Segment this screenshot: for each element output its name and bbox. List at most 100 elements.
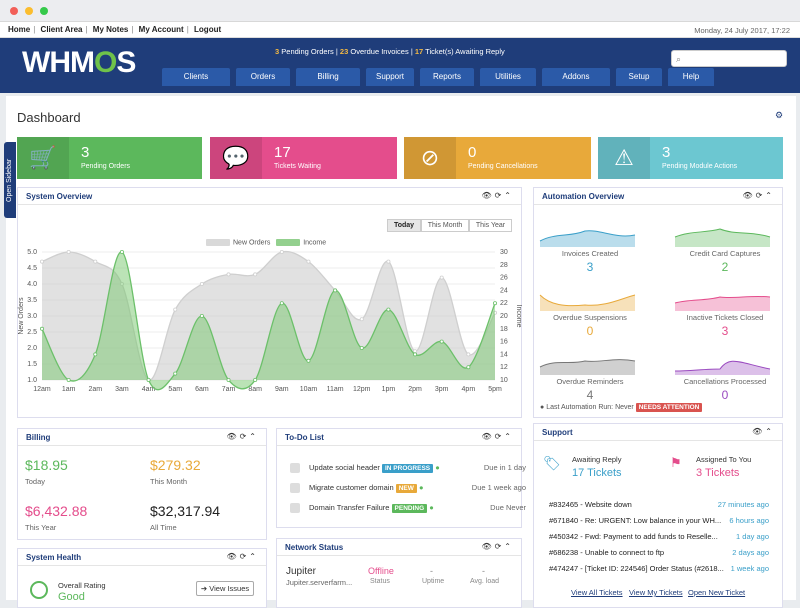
current-date: Monday, 24 July 2017, 17:22 bbox=[694, 26, 790, 35]
nav-utilities[interactable]: Utilities bbox=[480, 68, 536, 86]
y-tick-label: 3.5 bbox=[27, 297, 37, 304]
open-new-ticket-link[interactable]: Open New Ticket bbox=[688, 588, 745, 597]
panel-controls[interactable]: 👁⟳⌃ bbox=[481, 432, 514, 441]
data-point bbox=[279, 250, 284, 255]
todo-due: Due in 1 day bbox=[483, 463, 526, 472]
nav-orders[interactable]: Orders bbox=[236, 68, 290, 86]
overdue-invoices-count[interactable]: 23 bbox=[340, 47, 348, 56]
panel-controls[interactable]: 👁⟳⌃ bbox=[226, 552, 259, 561]
y2-tick-label: 16 bbox=[500, 339, 508, 346]
pending-orders-link[interactable]: Pending Orders bbox=[281, 47, 334, 56]
pending-orders-count[interactable]: 3 bbox=[275, 47, 279, 56]
nav-addons[interactable]: Addons bbox=[542, 68, 610, 86]
data-point bbox=[199, 314, 204, 319]
ticket-subject[interactable]: #686238 - Unable to connect to ftp bbox=[549, 548, 664, 557]
todo-checkbox[interactable] bbox=[290, 483, 300, 493]
minimize-window-button[interactable] bbox=[25, 7, 33, 15]
todo-text[interactable]: Update social header bbox=[309, 463, 380, 472]
y2-tick-label: 18 bbox=[500, 326, 508, 333]
main-header: WHMOS 3 Pending Orders | 23 Overdue Invo… bbox=[0, 38, 800, 93]
panel-title: Network Status bbox=[285, 543, 344, 552]
panel-controls[interactable]: 👁⟳⌃ bbox=[226, 432, 259, 441]
stat-tile[interactable]: ⚠ 3 Pending Module Actions bbox=[598, 137, 783, 179]
panel-controls[interactable]: 👁⌃ bbox=[752, 427, 775, 436]
overdue-invoices-link[interactable]: Overdue Invoices bbox=[350, 47, 408, 56]
my-notes-link[interactable]: My Notes bbox=[93, 25, 129, 34]
stat-tile[interactable]: 💬 17 Tickets Waiting bbox=[210, 137, 397, 179]
ticket-row[interactable]: #686238 - Unable to connect to ftp 2 days… bbox=[549, 548, 769, 557]
ticket-subject[interactable]: #450342 - Fwd: Payment to add funds to R… bbox=[549, 532, 718, 541]
nav-setup[interactable]: Setup bbox=[616, 68, 662, 86]
stat-tile[interactable]: 🛒 3 Pending Orders bbox=[17, 137, 202, 179]
search-input[interactable]: ⌕ bbox=[671, 50, 787, 67]
view-all-tickets-link[interactable]: View All Tickets bbox=[571, 588, 623, 597]
panel-controls[interactable]: 👁⟳⌃ bbox=[481, 542, 514, 551]
ticket-row[interactable]: #450342 - Fwd: Payment to add funds to R… bbox=[549, 532, 769, 541]
data-point bbox=[226, 377, 231, 382]
tickets-awaiting-count[interactable]: 17 bbox=[415, 47, 423, 56]
maximize-window-button[interactable] bbox=[40, 7, 48, 15]
ticket-row[interactable]: #474247 - [Ticket ID: 224546] Order Stat… bbox=[549, 564, 769, 573]
cart-icon: 🛒 bbox=[17, 137, 69, 179]
my-account-link[interactable]: My Account bbox=[139, 25, 184, 34]
data-point bbox=[413, 349, 418, 354]
user-icon: ● bbox=[429, 503, 434, 512]
todo-checkbox[interactable] bbox=[290, 463, 300, 473]
home-link[interactable]: Home bbox=[8, 25, 30, 34]
ticket-row[interactable]: #671840 - Re: URGENT: Low balance in you… bbox=[549, 516, 769, 525]
ticket-subject[interactable]: #671840 - Re: URGENT: Low balance in you… bbox=[549, 516, 721, 525]
todo-text[interactable]: Domain Transfer Failure bbox=[309, 503, 389, 512]
sparkline bbox=[674, 228, 771, 247]
x-tick-label: 1pm bbox=[382, 386, 396, 393]
y-tick-label: 2.0 bbox=[27, 345, 37, 352]
todo-checkbox[interactable] bbox=[290, 503, 300, 513]
tickets-awaiting-link[interactable]: Ticket(s) Awaiting Reply bbox=[425, 47, 505, 56]
sparkline bbox=[674, 295, 771, 311]
y2-tick-label: 26 bbox=[500, 275, 508, 282]
open-sidebar-tab[interactable]: Open Sidebar bbox=[4, 142, 16, 218]
view-my-tickets-link[interactable]: View My Tickets bbox=[629, 588, 683, 597]
system-overview-chart: 1.0 1.5 2.0 2.5 3.0 3.5 4.0 4.5 5.0 10 12 14 16 18 20 2… bbox=[18, 249, 522, 393]
gear-icon[interactable]: ⚙ bbox=[775, 110, 783, 121]
automation-label: Overdue Suspensions bbox=[553, 313, 627, 322]
x-tick-label: 12pm bbox=[353, 386, 371, 393]
client-area-link[interactable]: Client Area bbox=[41, 25, 83, 34]
y-tick-label: 4.0 bbox=[27, 281, 37, 288]
server-name: Jupiter bbox=[286, 566, 317, 577]
nav-support[interactable]: Support bbox=[366, 68, 414, 86]
ticket-subject[interactable]: #474247 - [Ticket ID: 224546] Order Stat… bbox=[549, 564, 724, 573]
automation-label: Overdue Reminders bbox=[556, 377, 624, 386]
billing-year-value: $6,432.88 bbox=[25, 503, 88, 519]
ticket-subject[interactable]: #832465 - Website down bbox=[549, 500, 632, 509]
needs-attention-badge[interactable]: NEEDS ATTENTION bbox=[635, 403, 703, 412]
nav-billing[interactable]: Billing bbox=[296, 68, 360, 86]
automation-cell: Invoices Created 3 bbox=[535, 225, 645, 274]
nav-reports[interactable]: Reports bbox=[420, 68, 474, 86]
user-icon: ● bbox=[435, 463, 440, 472]
ticket-row[interactable]: #832465 - Website down 27 minutes ago bbox=[549, 500, 769, 509]
x-tick-label: 5am bbox=[168, 386, 182, 393]
stat-tile[interactable]: ⊘ 0 Pending Cancellations bbox=[404, 137, 591, 179]
assigned-value[interactable]: 3 Tickets bbox=[696, 467, 739, 479]
awaiting-reply-value[interactable]: 17 Tickets bbox=[572, 467, 622, 479]
nav-clients[interactable]: Clients bbox=[162, 68, 230, 86]
tab-today[interactable]: Today bbox=[387, 219, 421, 232]
logout-link[interactable]: Logout bbox=[194, 25, 221, 34]
close-window-button[interactable] bbox=[10, 7, 18, 15]
view-issues-button[interactable]: ➔ View Issues bbox=[196, 581, 254, 596]
tab-this-month[interactable]: This Month bbox=[421, 219, 469, 232]
ticket-age: 27 minutes ago bbox=[717, 500, 769, 509]
automation-cell: Overdue Suspensions 0 bbox=[535, 289, 645, 338]
whmcs-logo[interactable]: WHMOS bbox=[22, 46, 136, 80]
panel-controls[interactable]: 👁⟳⌃ bbox=[742, 191, 775, 200]
todo-text[interactable]: Migrate customer domain bbox=[309, 483, 394, 492]
nav-help[interactable]: Help bbox=[668, 68, 714, 86]
x-tick-label: 11am bbox=[327, 386, 344, 393]
data-point bbox=[119, 250, 124, 255]
x-tick-label: 2am bbox=[88, 386, 102, 393]
panel-controls[interactable]: 👁⟳⌃ bbox=[481, 191, 514, 200]
page-title: Dashboard bbox=[17, 110, 81, 125]
tab-this-year[interactable]: This Year bbox=[469, 219, 512, 232]
data-point bbox=[359, 346, 364, 351]
ticket-icon: 🏷 bbox=[543, 455, 561, 471]
